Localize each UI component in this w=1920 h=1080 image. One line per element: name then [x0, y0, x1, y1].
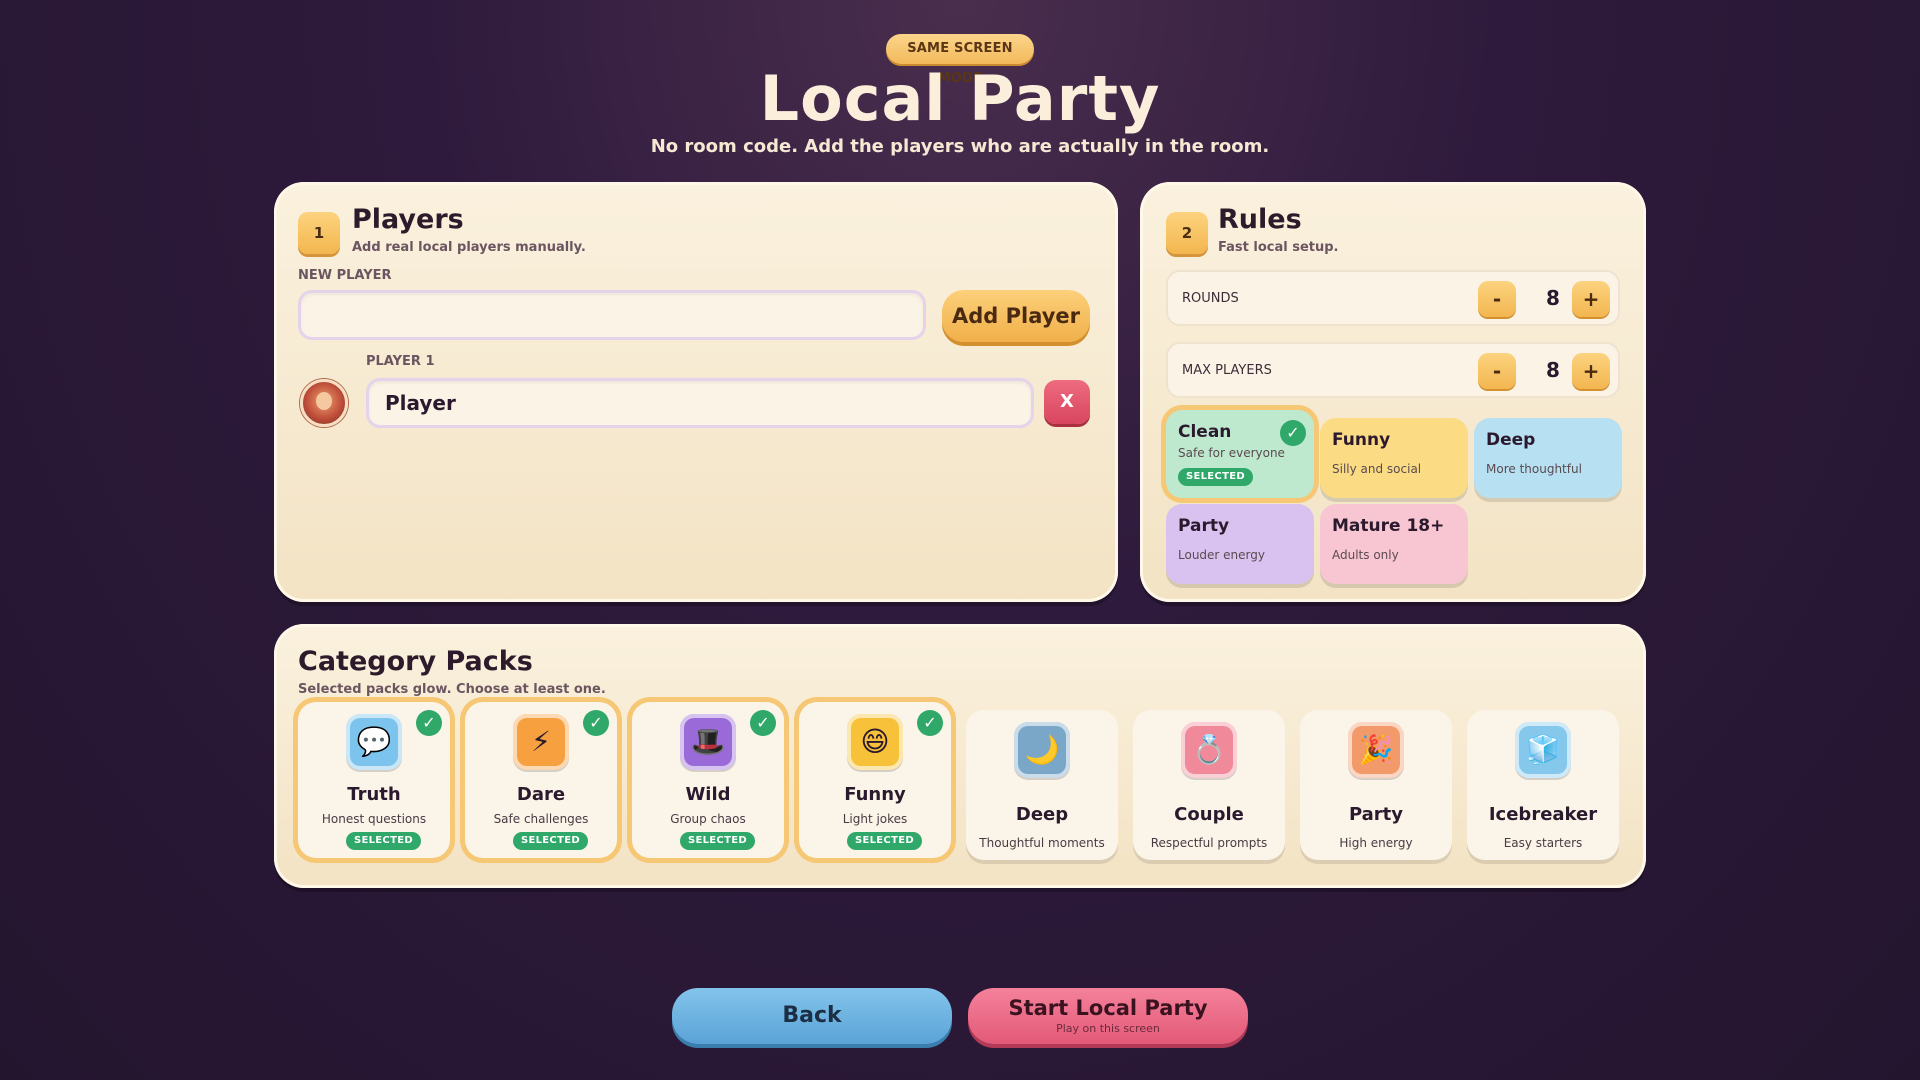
rounds-decrement-button[interactable]: - [1478, 281, 1516, 317]
new-player-label: NEW PLAYER [298, 268, 392, 283]
max-players-decrement-button[interactable]: - [1478, 353, 1516, 389]
pack-card-truth[interactable]: 💬 Truth Honest questions SELECTED ✓ [298, 702, 450, 858]
pack-title: Party [1348, 804, 1404, 825]
tone-description: Adults only [1332, 548, 1399, 562]
tone-card-mature-18[interactable]: Mature 18+ Adults only [1320, 504, 1468, 584]
moon-icon: 🌙 [1014, 722, 1070, 778]
add-player-button[interactable]: Add Player [942, 290, 1090, 342]
tone-description: More thoughtful [1486, 462, 1582, 476]
tone-description: Louder energy [1178, 548, 1265, 562]
check-icon: ✓ [416, 710, 442, 736]
page-subtitle: No room code. Add the players who are ac… [650, 136, 1270, 157]
pack-description: Light jokes [842, 812, 908, 826]
check-icon: ✓ [1280, 420, 1306, 446]
max-players-value: 8 [1546, 358, 1560, 382]
step-badge-1: 1 [298, 212, 340, 254]
selected-badge: SELECTED [346, 832, 421, 850]
max-players-stepper: MAX PLAYERS - 8 + [1166, 342, 1620, 398]
lightning-icon: ⚡ [513, 714, 569, 770]
players-title: Players [352, 204, 464, 235]
tone-title: Clean [1178, 422, 1232, 442]
pack-card-wild[interactable]: 🎩 Wild Group chaos SELECTED ✓ [632, 702, 784, 858]
tone-description: Safe for everyone [1178, 446, 1285, 460]
mode-badge: SAME SCREEN MODE [886, 34, 1034, 86]
page-title: Local Party [759, 62, 1161, 135]
max-players-label: MAX PLAYERS [1182, 363, 1272, 378]
tone-title: Party [1178, 516, 1230, 536]
players-subtitle: Add real local players manually. [352, 240, 586, 255]
rules-title: Rules [1218, 204, 1302, 235]
rules-subtitle: Fast local setup. [1218, 240, 1339, 255]
tone-card-clean[interactable]: Clean Safe for everyone SELECTED ✓ [1166, 410, 1314, 498]
start-button-label: Start Local Party [1008, 996, 1208, 1020]
pack-card-funny[interactable]: 😄 Funny Light jokes SELECTED ✓ [799, 702, 951, 858]
ice-cube-icon: 🧊 [1515, 722, 1571, 778]
rounds-value: 8 [1546, 286, 1560, 310]
pack-title: Wild [685, 784, 731, 805]
start-button-sublabel: Play on this screen [1056, 1022, 1160, 1035]
max-players-increment-button[interactable]: + [1572, 353, 1610, 389]
check-icon: ✓ [583, 710, 609, 736]
pack-description: Honest questions [321, 812, 427, 826]
tone-card-party[interactable]: Party Louder energy [1166, 504, 1314, 584]
selected-badge: SELECTED [513, 832, 588, 850]
pack-title: Truth [347, 784, 401, 805]
tone-title: Funny [1332, 430, 1391, 450]
rounds-stepper: ROUNDS - 8 + [1166, 270, 1620, 326]
player-row: PLAYER 1 X [298, 354, 1094, 428]
party-popper-icon: 🎉 [1348, 722, 1404, 778]
pack-card-dare[interactable]: ⚡ Dare Safe challenges SELECTED ✓ [465, 702, 617, 858]
pack-title: Couple [1174, 804, 1244, 825]
laughing-face-icon: 😄 [847, 714, 903, 770]
back-button[interactable]: Back [672, 988, 952, 1044]
step-badge-2: 2 [1166, 212, 1208, 254]
tone-description: Silly and social [1332, 462, 1422, 476]
tone-card-funny[interactable]: Funny Silly and social [1320, 418, 1468, 498]
pack-card-icebreaker[interactable]: 🧊 Icebreaker Easy starters [1467, 710, 1619, 860]
packs-panel: Category Packs Selected packs glow. Choo… [274, 624, 1646, 888]
player-label: PLAYER 1 [366, 354, 435, 369]
remove-player-button[interactable]: X [1044, 380, 1090, 424]
pack-description: Thoughtful moments [979, 836, 1105, 850]
players-panel: 1 Players Add real local players manuall… [274, 182, 1118, 602]
selected-badge: SELECTED [680, 832, 755, 850]
tone-title: Mature 18+ [1332, 516, 1445, 536]
check-icon: ✓ [750, 710, 776, 736]
avatar [300, 379, 348, 427]
pack-description: Easy starters [1503, 836, 1583, 850]
start-local-party-button[interactable]: Start Local Party Play on this screen [968, 988, 1248, 1044]
magic-hat-icon: 🎩 [680, 714, 736, 770]
pack-description: Respectful prompts [1150, 836, 1268, 850]
rings-icon: 💍 [1181, 722, 1237, 778]
pack-card-party[interactable]: 🎉 Party High energy [1300, 710, 1452, 860]
speech-heart-icon: 💬 [346, 714, 402, 770]
pack-title: Funny [844, 784, 906, 805]
pack-title: Icebreaker [1488, 804, 1598, 825]
rules-panel: 2 Rules Fast local setup. ROUNDS - 8 + M… [1140, 182, 1646, 602]
pack-card-deep[interactable]: 🌙 Deep Thoughtful moments [966, 710, 1118, 860]
packs-title: Category Packs [298, 646, 533, 677]
player-name-input[interactable] [366, 378, 1034, 428]
pack-description: Safe challenges [493, 812, 589, 826]
pack-description: Group chaos [670, 812, 746, 826]
new-player-input[interactable] [298, 290, 926, 340]
tone-title: Deep [1486, 430, 1536, 450]
rounds-label: ROUNDS [1182, 291, 1239, 306]
selected-badge: SELECTED [847, 832, 922, 850]
pack-title: Dare [516, 784, 566, 805]
pack-card-couple[interactable]: 💍 Couple Respectful prompts [1133, 710, 1285, 860]
tone-card-deep[interactable]: Deep More thoughtful [1474, 418, 1622, 498]
selected-badge: SELECTED [1178, 468, 1253, 486]
rounds-increment-button[interactable]: + [1572, 281, 1610, 317]
pack-title: Deep [1015, 804, 1069, 825]
packs-subtitle: Selected packs glow. Choose at least one… [298, 682, 606, 697]
pack-description: High energy [1339, 836, 1413, 850]
check-icon: ✓ [917, 710, 943, 736]
